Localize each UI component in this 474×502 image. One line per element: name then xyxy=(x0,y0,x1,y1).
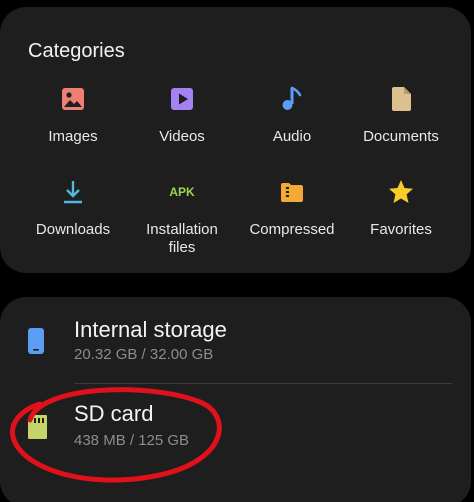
storage-row-sd-card[interactable]: SD card 438 MB / 125 GB xyxy=(0,393,471,473)
phone-icon xyxy=(28,328,44,354)
storage-size: 438 MB / 125 GB xyxy=(74,432,190,449)
categories-card: Categories Images Videos Audio Documents… xyxy=(0,7,471,273)
storage-size: 20.32 GB / 32.00 GB xyxy=(74,346,214,363)
category-installation-files[interactable]: APK Installation files xyxy=(127,177,237,267)
video-icon xyxy=(171,88,193,110)
category-audio[interactable]: Audio xyxy=(237,84,347,154)
category-videos[interactable]: Videos xyxy=(127,84,237,154)
category-label: Audio xyxy=(272,128,312,145)
category-compressed[interactable]: Compressed xyxy=(237,177,347,267)
apk-icon: APK xyxy=(169,185,195,199)
document-icon xyxy=(392,87,411,111)
category-label: Documents xyxy=(363,128,439,145)
storage-row-internal[interactable]: Internal storage 20.32 GB / 32.00 GB xyxy=(0,303,471,383)
storage-name: SD card xyxy=(74,401,154,426)
apk-icon-text: APK xyxy=(169,185,195,199)
divider xyxy=(74,383,452,384)
sd-card-icon xyxy=(28,415,47,439)
category-favorites[interactable]: Favorites xyxy=(346,177,456,267)
star-icon xyxy=(389,180,413,203)
category-label: Installation files xyxy=(146,221,218,256)
screen: Categories Images Videos Audio Documents… xyxy=(0,0,474,502)
category-label: Downloads xyxy=(35,221,111,238)
category-label: Videos xyxy=(159,128,205,145)
category-images[interactable]: Images xyxy=(18,84,128,154)
category-documents[interactable]: Documents xyxy=(346,84,456,154)
category-label: Compressed xyxy=(249,221,335,238)
categories-title: Categories xyxy=(28,40,125,62)
category-label: Favorites xyxy=(370,221,432,238)
image-icon xyxy=(62,88,84,110)
storage-card: Internal storage 20.32 GB / 32.00 GB SD … xyxy=(0,297,471,502)
music-note-icon xyxy=(282,86,302,110)
download-icon xyxy=(64,181,82,204)
category-label: Images xyxy=(48,128,98,145)
category-downloads[interactable]: Downloads xyxy=(18,177,128,267)
compressed-folder-icon xyxy=(281,183,303,202)
storage-name: Internal storage xyxy=(74,317,227,342)
